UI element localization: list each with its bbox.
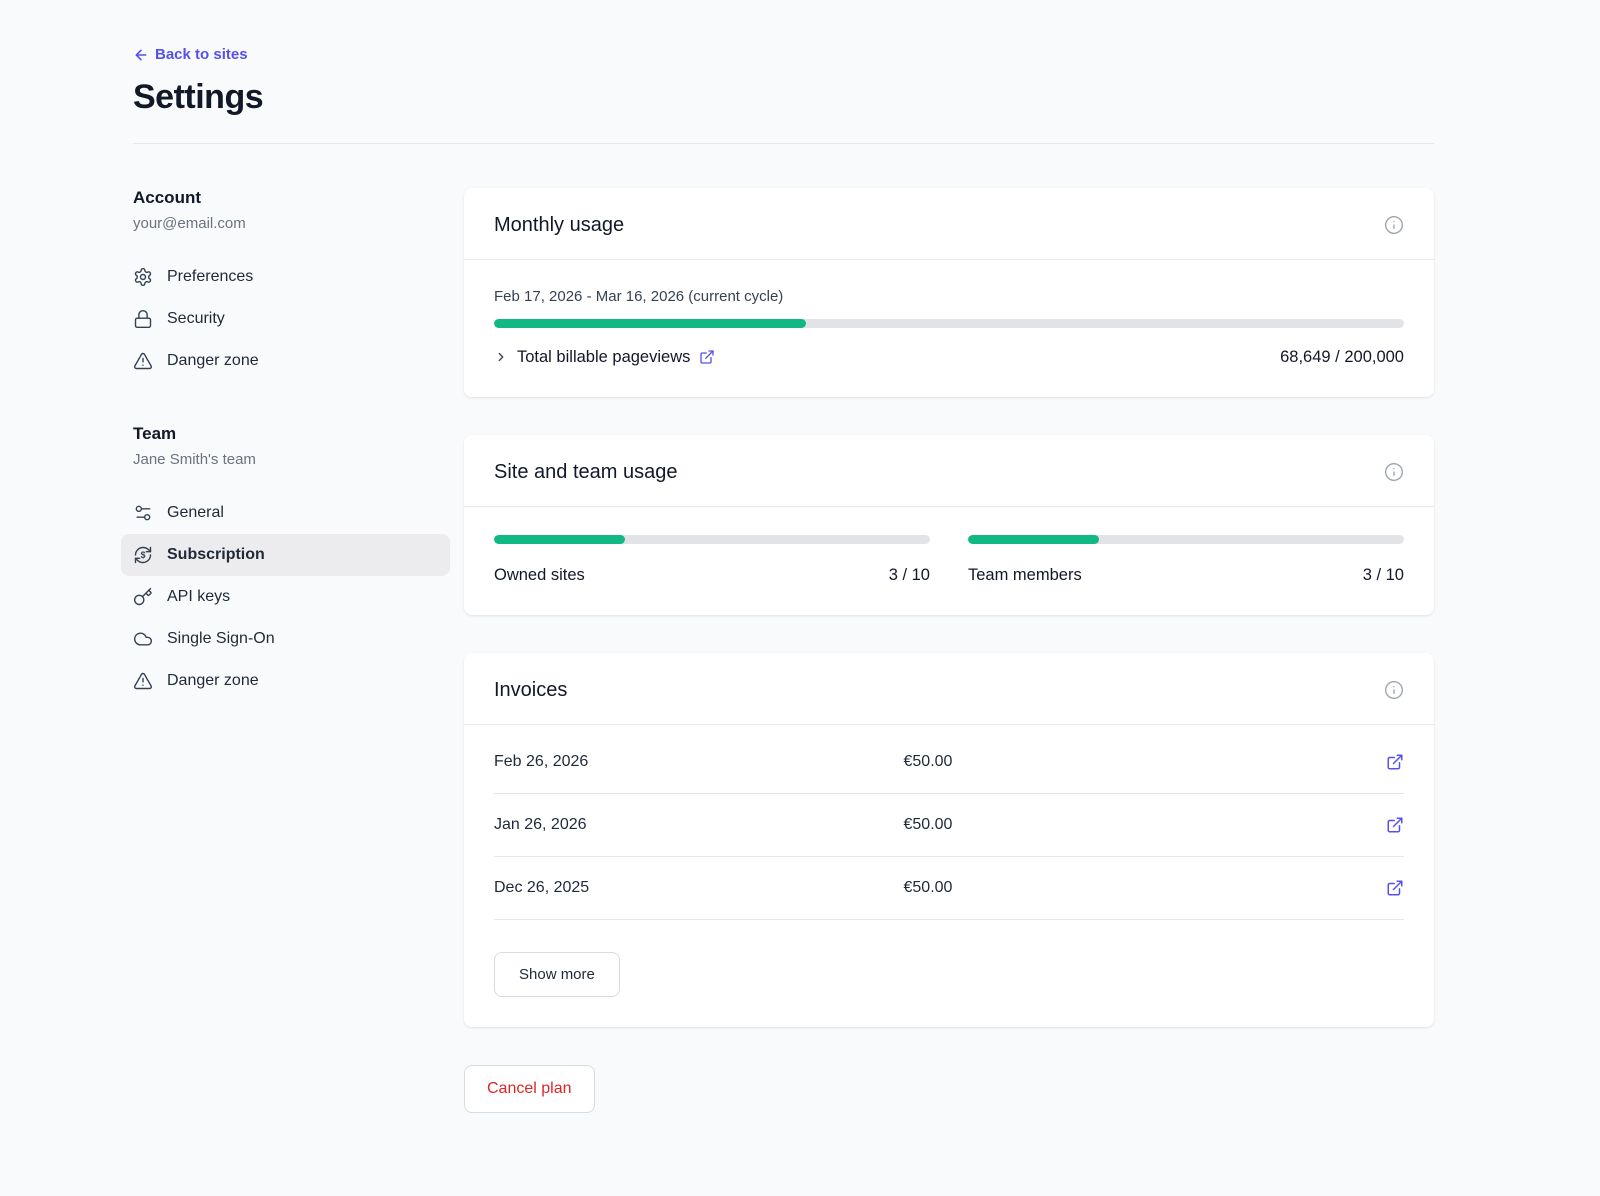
invoice-date: Jan 26, 2026 bbox=[494, 816, 904, 834]
invoice-external-link-icon[interactable] bbox=[1386, 816, 1404, 834]
owned-sites-progress-track bbox=[494, 535, 930, 544]
sidebar-item-account-danger-zone[interactable]: Danger zone bbox=[121, 340, 450, 382]
warning-triangle-icon bbox=[133, 351, 153, 371]
sidebar-item-general[interactable]: General bbox=[121, 492, 450, 534]
monthly-usage-title: Monthly usage bbox=[494, 214, 624, 237]
header-divider bbox=[133, 143, 1434, 144]
sidebar-item-label: Danger zone bbox=[167, 672, 259, 690]
lock-icon bbox=[133, 309, 153, 329]
pageviews-progress-track bbox=[494, 319, 1404, 328]
back-to-sites-link[interactable]: Back to sites bbox=[133, 46, 248, 63]
monthly-usage-card: Monthly usage Feb 17, 2026 - Mar 16, 202… bbox=[464, 188, 1434, 397]
cloud-icon bbox=[133, 629, 153, 649]
invoice-date: Feb 26, 2026 bbox=[494, 753, 904, 771]
account-section: Account your@email.com Preferences Secur… bbox=[133, 188, 464, 382]
sidebar-item-label: General bbox=[167, 504, 224, 522]
billable-pageviews-value: 68,649 / 200,000 bbox=[1280, 348, 1404, 367]
sidebar-item-label: Single Sign-On bbox=[167, 630, 275, 648]
team-section: Team Jane Smith's team General Subscript… bbox=[133, 424, 464, 702]
invoices-title: Invoices bbox=[494, 679, 567, 702]
sidebar-item-team-danger-zone[interactable]: Danger zone bbox=[121, 660, 450, 702]
invoice-row: Jan 26, 2026 €50.00 bbox=[494, 794, 1404, 857]
info-icon[interactable] bbox=[1384, 680, 1404, 700]
site-team-usage-card: Site and team usage Owned sites 3 / 10 bbox=[464, 435, 1434, 615]
back-link-label: Back to sites bbox=[155, 46, 248, 63]
page-title: Settings bbox=[133, 78, 1434, 117]
info-icon[interactable] bbox=[1384, 215, 1404, 235]
team-members-progress-fill bbox=[968, 535, 1099, 544]
billing-cycle-label: Feb 17, 2026 - Mar 16, 2026 (current cyc… bbox=[494, 288, 1404, 305]
invoice-row: Feb 26, 2026 €50.00 bbox=[494, 731, 1404, 794]
sidebar-item-api-keys[interactable]: API keys bbox=[121, 576, 450, 618]
invoice-external-link-icon[interactable] bbox=[1386, 753, 1404, 771]
sidebar-item-preferences[interactable]: Preferences bbox=[121, 256, 450, 298]
invoice-row: Dec 26, 2025 €50.00 bbox=[494, 857, 1404, 920]
sidebar-item-label: API keys bbox=[167, 588, 230, 606]
sidebar-item-label: Security bbox=[167, 310, 225, 328]
gear-icon bbox=[133, 267, 153, 287]
sidebar-item-security[interactable]: Security bbox=[121, 298, 450, 340]
team-members-usage: Team members 3 / 10 bbox=[968, 535, 1404, 585]
sliders-icon bbox=[133, 503, 153, 523]
key-icon bbox=[133, 587, 153, 607]
external-link-icon[interactable] bbox=[699, 349, 715, 365]
site-team-usage-title: Site and team usage bbox=[494, 461, 677, 484]
billable-pageviews-label: Total billable pageviews bbox=[517, 348, 690, 367]
settings-page: Back to sites Settings Account your@emai… bbox=[0, 0, 1600, 1113]
invoices-card: Invoices Feb 26, 2026 €50.00 Jan 26, 202… bbox=[464, 653, 1434, 1027]
invoice-external-link-icon[interactable] bbox=[1386, 879, 1404, 897]
chevron-right-icon bbox=[494, 350, 508, 364]
warning-triangle-icon bbox=[133, 671, 153, 691]
billable-pageviews-expander[interactable]: Total billable pageviews bbox=[494, 348, 715, 367]
invoice-date: Dec 26, 2025 bbox=[494, 879, 904, 897]
account-email: your@email.com bbox=[133, 215, 464, 232]
sidebar-item-label: Subscription bbox=[167, 546, 265, 564]
refresh-dollar-icon bbox=[133, 545, 153, 565]
team-members-progress-track bbox=[968, 535, 1404, 544]
team-heading: Team bbox=[133, 424, 464, 444]
invoice-amount: €50.00 bbox=[904, 753, 1381, 771]
owned-sites-value: 3 / 10 bbox=[889, 566, 930, 585]
team-members-label: Team members bbox=[968, 566, 1082, 585]
sidebar-item-label: Danger zone bbox=[167, 352, 259, 370]
sidebar-item-label: Preferences bbox=[167, 268, 253, 286]
cancel-plan-button[interactable]: Cancel plan bbox=[464, 1065, 595, 1113]
subscription-panel: Monthly usage Feb 17, 2026 - Mar 16, 202… bbox=[464, 188, 1434, 1113]
sidebar-item-subscription[interactable]: Subscription bbox=[121, 534, 450, 576]
team-members-value: 3 / 10 bbox=[1363, 566, 1404, 585]
arrow-left-icon bbox=[133, 47, 149, 63]
invoice-amount: €50.00 bbox=[904, 879, 1381, 897]
owned-sites-progress-fill bbox=[494, 535, 625, 544]
sidebar-item-single-sign-on[interactable]: Single Sign-On bbox=[121, 618, 450, 660]
invoice-amount: €50.00 bbox=[904, 816, 1381, 834]
settings-sidebar: Account your@email.com Preferences Secur… bbox=[133, 188, 464, 1113]
team-name: Jane Smith's team bbox=[133, 451, 464, 468]
owned-sites-usage: Owned sites 3 / 10 bbox=[494, 535, 930, 585]
pageviews-progress-fill bbox=[494, 319, 806, 328]
account-heading: Account bbox=[133, 188, 464, 208]
owned-sites-label: Owned sites bbox=[494, 566, 585, 585]
show-more-button[interactable]: Show more bbox=[494, 952, 620, 997]
info-icon[interactable] bbox=[1384, 462, 1404, 482]
